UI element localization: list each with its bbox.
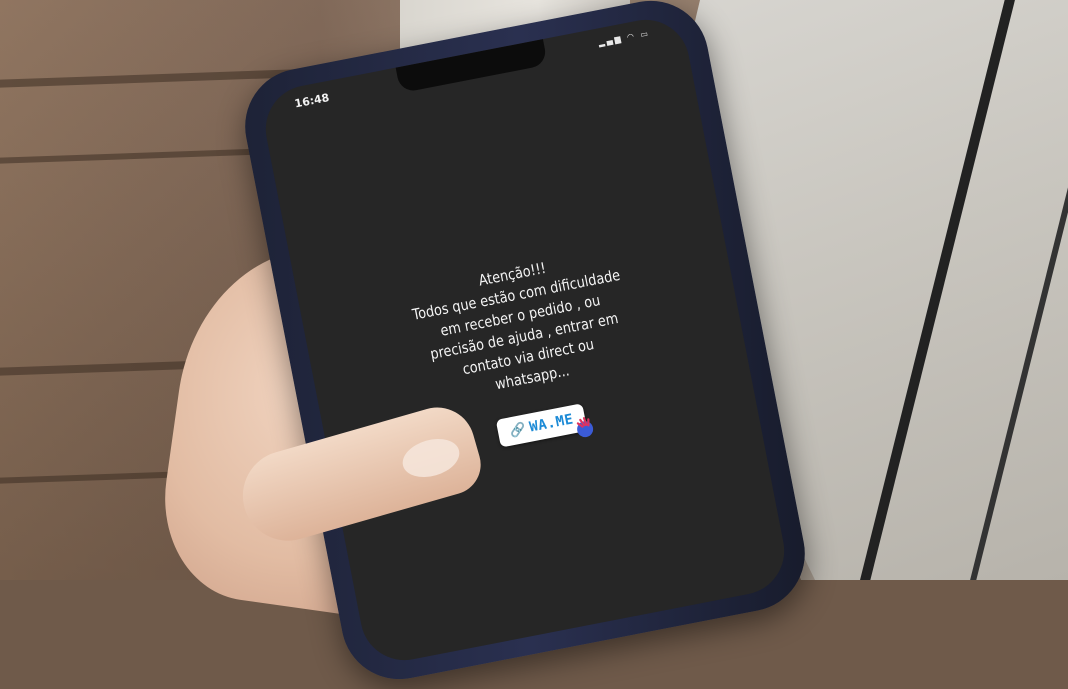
- battery-icon: ▭: [639, 28, 651, 40]
- status-bar-icons: ▂▄▆ ◠ ▭: [598, 29, 651, 48]
- phone-screen: 16:48 ▂▄▆ ◠ ▭ Atenção!!! Todos que estão…: [258, 12, 792, 668]
- status-bar-time: 16:48: [293, 91, 331, 111]
- phone-notch: [395, 39, 548, 94]
- link-sticker-label: WA.ME: [528, 411, 575, 436]
- story-message: Atenção!!! Todos que estão com dificulda…: [329, 229, 716, 423]
- signal-icon: ▂▄▆: [597, 33, 624, 48]
- link-icon: 🔗: [508, 421, 528, 439]
- wifi-icon: ◠: [626, 31, 637, 42]
- tap-hand-icon: [576, 417, 594, 438]
